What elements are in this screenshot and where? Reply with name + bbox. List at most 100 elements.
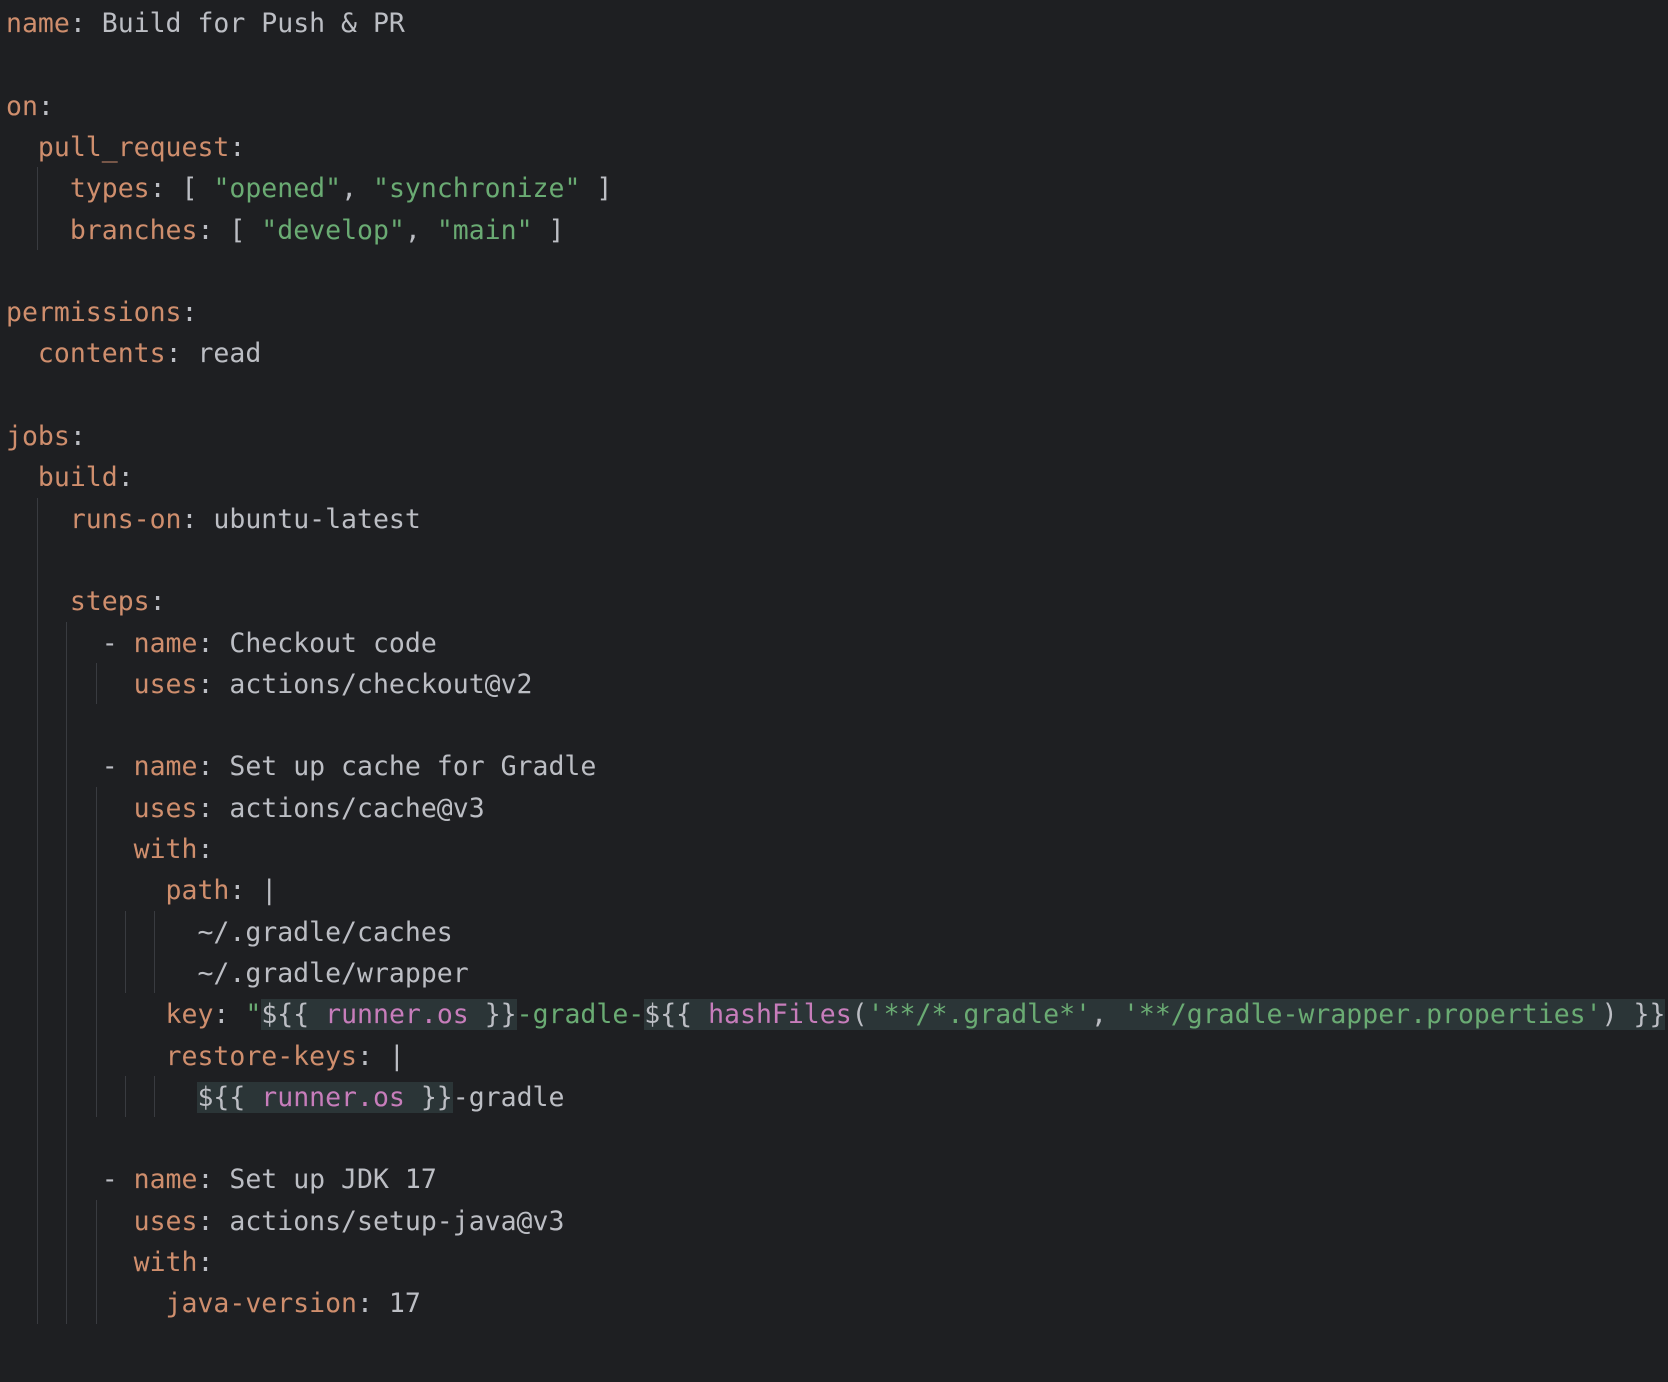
code-token: contents [37, 338, 166, 370]
code-line[interactable]: ~/.gradle/caches [6, 911, 453, 955]
code-token: -gradle [452, 1081, 565, 1113]
code-token: runner.os [325, 999, 469, 1031]
code-token: : ubuntu-latest [181, 503, 421, 535]
code-line[interactable]: - name: Checkout code [6, 622, 437, 666]
code-token: ~/.gradle/caches [6, 916, 453, 948]
code-token: : [149, 586, 166, 618]
code-token: runs-on [69, 503, 182, 535]
code-token: }} [404, 1081, 453, 1113]
code-line[interactable]: contents: read [6, 332, 261, 376]
code-token: ${{ [197, 1081, 262, 1113]
code-line[interactable]: name: Build for Push & PR [6, 2, 405, 46]
code-token: types [69, 173, 150, 205]
code-token: name [133, 627, 198, 659]
code-token: : [37, 90, 54, 122]
code-line[interactable]: build: [6, 456, 134, 500]
code-token: : actions/cache@v3 [197, 792, 485, 824]
code-token: : Build for Push & PR [69, 8, 405, 39]
code-line[interactable]: path: | [6, 869, 278, 913]
code-token: uses [133, 792, 198, 824]
code-line[interactable]: steps: [6, 580, 166, 624]
code-token: : [181, 297, 198, 329]
code-token: "synchronize" [373, 173, 581, 205]
code-token: - [6, 627, 134, 659]
code-line[interactable]: uses: actions/checkout@v2 [6, 663, 533, 707]
code-token: : Checkout code [197, 627, 437, 659]
code-token: : [197, 834, 214, 865]
code-line[interactable]: uses: actions/setup-java@v3 [6, 1200, 565, 1244]
code-line[interactable]: key: "${{ runner.os }}-gradle-${{ hashFi… [6, 993, 1668, 1037]
code-token: : [117, 462, 134, 494]
code-token: with [133, 834, 198, 865]
code-token: : [229, 131, 246, 163]
code-token: : actions/checkout@v2 [197, 668, 533, 700]
code-token: '**/gradle-wrapper.properties' [1122, 999, 1602, 1031]
code-line[interactable]: branches: [ "develop", "main" ] [6, 209, 565, 253]
code-token: key [165, 999, 214, 1031]
code-line[interactable]: - name: Set up JDK 17 [6, 1158, 437, 1202]
code-token: : [ [149, 173, 214, 205]
code-token: java-version [165, 1288, 357, 1320]
code-token: ] [580, 173, 613, 205]
code-token: : [213, 999, 246, 1031]
code-token: path [165, 875, 230, 907]
code-token: ${{ [261, 999, 326, 1031]
code-line[interactable]: java-version: 17 [6, 1282, 421, 1326]
code-token: "develop" [261, 214, 405, 246]
code-line[interactable]: on: [6, 85, 54, 129]
code-token: : read [165, 338, 262, 370]
code-line[interactable]: with: [6, 1241, 214, 1285]
code-token: name [133, 1164, 198, 1196]
code-token: with [133, 1247, 198, 1278]
code-line[interactable]: with: [6, 828, 214, 872]
code-token: : actions/setup-java@v3 [197, 1205, 565, 1237]
code-token: : Set up cache for Gradle [197, 751, 597, 783]
code-token: ${{ [644, 999, 709, 1031]
code-token: build [37, 462, 118, 494]
code-token: : [197, 1247, 214, 1278]
code-token: jobs [6, 421, 70, 452]
code-token: ] [532, 214, 565, 246]
code-token: , [1091, 999, 1123, 1031]
code-line[interactable]: uses: actions/cache@v3 [6, 787, 485, 831]
code-token: restore-keys [165, 1040, 357, 1072]
code-token: on [6, 90, 38, 122]
code-token: " [245, 999, 262, 1031]
code-line[interactable]: pull_request: [6, 126, 245, 170]
code-token: permissions [6, 297, 182, 329]
code-line[interactable]: runs-on: ubuntu-latest [6, 498, 421, 542]
code-line[interactable]: ${{ runner.os }}-gradle [6, 1076, 564, 1120]
code-token: : [ [197, 214, 262, 246]
code-line[interactable]: ~/.gradle/wrapper [6, 952, 468, 996]
code-token: : Set up JDK 17 [197, 1164, 437, 1196]
code-token: name [133, 751, 198, 783]
code-token: pull_request [37, 131, 230, 163]
code-token: : 17 [357, 1288, 421, 1320]
code-line[interactable]: permissions: [6, 291, 197, 335]
code-line[interactable]: restore-keys: | [6, 1035, 405, 1079]
code-token: uses [133, 668, 198, 700]
code-token: , [404, 214, 437, 246]
code-line[interactable]: types: [ "opened", "synchronize" ] [6, 167, 613, 211]
code-editor[interactable]: name: Build for Push & PR on: pull_reques… [0, 0, 1668, 1382]
code-line[interactable]: jobs: [6, 415, 86, 459]
code-line[interactable]: - name: Set up cache for Gradle [6, 745, 597, 789]
code-token: -gradle- [516, 999, 645, 1031]
code-token: runner.os [261, 1081, 405, 1113]
